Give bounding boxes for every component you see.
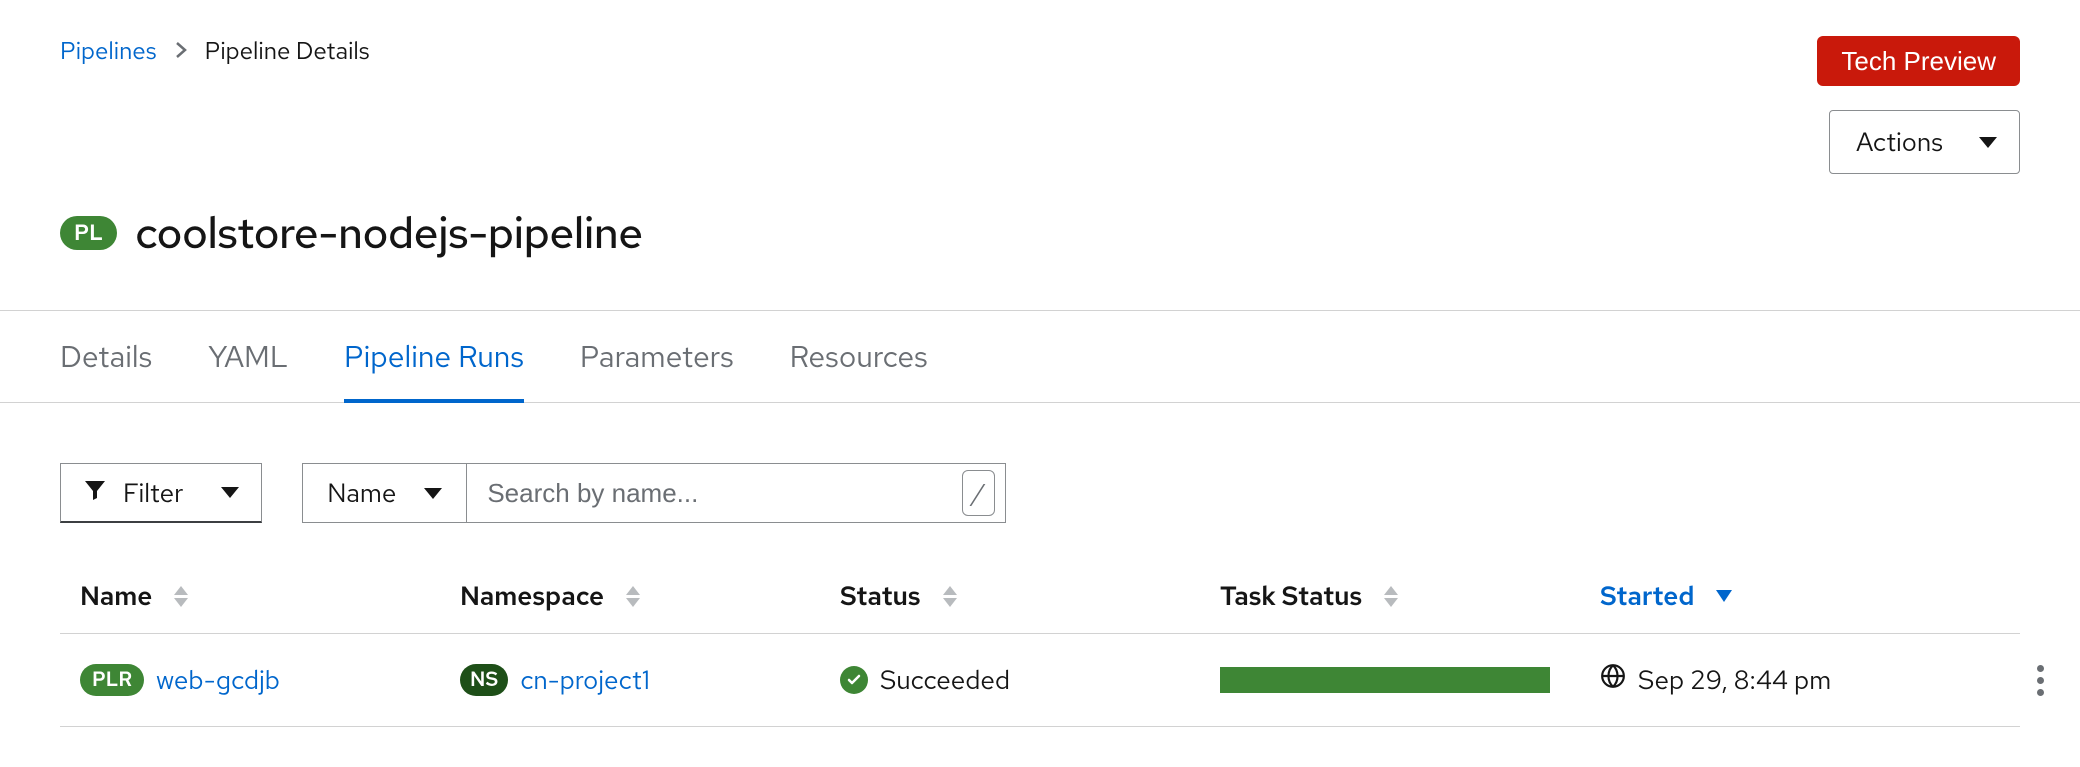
col-head-name-label: Name bbox=[80, 579, 152, 613]
tab-yaml[interactable]: YAML bbox=[208, 311, 288, 403]
tech-preview-badge[interactable]: Tech Preview bbox=[1817, 36, 2020, 86]
actions-label: Actions bbox=[1856, 125, 1943, 159]
search-box: / bbox=[466, 463, 1006, 523]
namespace-link[interactable]: cn-project1 bbox=[520, 663, 650, 697]
tabs: Details YAML Pipeline Runs Parameters Re… bbox=[0, 310, 2080, 403]
table-header: Name Namespace Status Task Status bbox=[60, 579, 2020, 634]
sort-indicator-icon bbox=[943, 586, 957, 607]
actions-dropdown[interactable]: Actions bbox=[1829, 110, 2020, 174]
col-head-started[interactable]: Started bbox=[1600, 579, 2000, 613]
check-circle-icon bbox=[840, 666, 868, 694]
search-shortcut-hint: / bbox=[962, 470, 996, 516]
row-kebab-menu[interactable] bbox=[2020, 660, 2060, 700]
globe-icon bbox=[1600, 663, 1626, 697]
task-status-bar bbox=[1220, 667, 1550, 693]
status-text: Succeeded bbox=[880, 663, 1010, 697]
filter-label: Filter bbox=[123, 476, 183, 510]
col-head-task-status-label: Task Status bbox=[1220, 579, 1362, 613]
table-row: PLR web-gcdjb NS cn-project1 Succeeded bbox=[60, 634, 2020, 727]
sort-desc-icon bbox=[1716, 590, 1732, 602]
col-head-name[interactable]: Name bbox=[80, 579, 460, 613]
resource-badge-ns: NS bbox=[460, 664, 508, 696]
breadcrumb-root-link[interactable]: Pipelines bbox=[60, 36, 157, 67]
col-head-namespace[interactable]: Namespace bbox=[460, 579, 840, 613]
sort-indicator-icon bbox=[174, 586, 188, 607]
search-field-label: Name bbox=[327, 476, 396, 510]
sort-indicator-icon bbox=[1384, 586, 1398, 607]
breadcrumb-current: Pipeline Details bbox=[205, 36, 370, 67]
sort-indicator-icon bbox=[626, 586, 640, 607]
caret-down-icon bbox=[221, 487, 239, 498]
started-text: Sep 29, 8:44 pm bbox=[1638, 663, 1831, 697]
tab-parameters[interactable]: Parameters bbox=[580, 311, 734, 403]
breadcrumb: Pipelines Pipeline Details bbox=[60, 36, 370, 67]
pipeline-run-link[interactable]: web-gcdjb bbox=[156, 663, 280, 697]
caret-down-icon bbox=[1979, 137, 1997, 148]
col-head-started-label: Started bbox=[1600, 579, 1694, 613]
filter-dropdown[interactable]: Filter bbox=[60, 463, 262, 523]
cell-task-status bbox=[1220, 667, 1600, 693]
tab-details[interactable]: Details bbox=[60, 311, 152, 403]
resource-badge-plr: PLR bbox=[80, 664, 144, 696]
caret-down-icon bbox=[424, 488, 442, 499]
resource-badge-pl: PL bbox=[60, 216, 117, 250]
cell-namespace: NS cn-project1 bbox=[460, 663, 840, 697]
page-title: coolstore-nodejs-pipeline bbox=[135, 204, 643, 262]
funnel-icon bbox=[83, 476, 107, 510]
cell-status: Succeeded bbox=[840, 663, 1220, 697]
col-head-task-status[interactable]: Task Status bbox=[1220, 579, 1600, 613]
tab-pipeline-runs[interactable]: Pipeline Runs bbox=[344, 311, 524, 403]
tab-resources[interactable]: Resources bbox=[790, 311, 928, 403]
search-field-dropdown[interactable]: Name bbox=[302, 463, 466, 523]
col-head-status[interactable]: Status bbox=[840, 579, 1220, 613]
search-input[interactable] bbox=[487, 478, 961, 509]
col-head-namespace-label: Namespace bbox=[460, 579, 604, 613]
chevron-right-icon bbox=[175, 36, 187, 67]
col-head-status-label: Status bbox=[840, 579, 921, 613]
cell-started: Sep 29, 8:44 pm bbox=[1600, 663, 2000, 697]
cell-name: PLR web-gcdjb bbox=[80, 663, 460, 697]
